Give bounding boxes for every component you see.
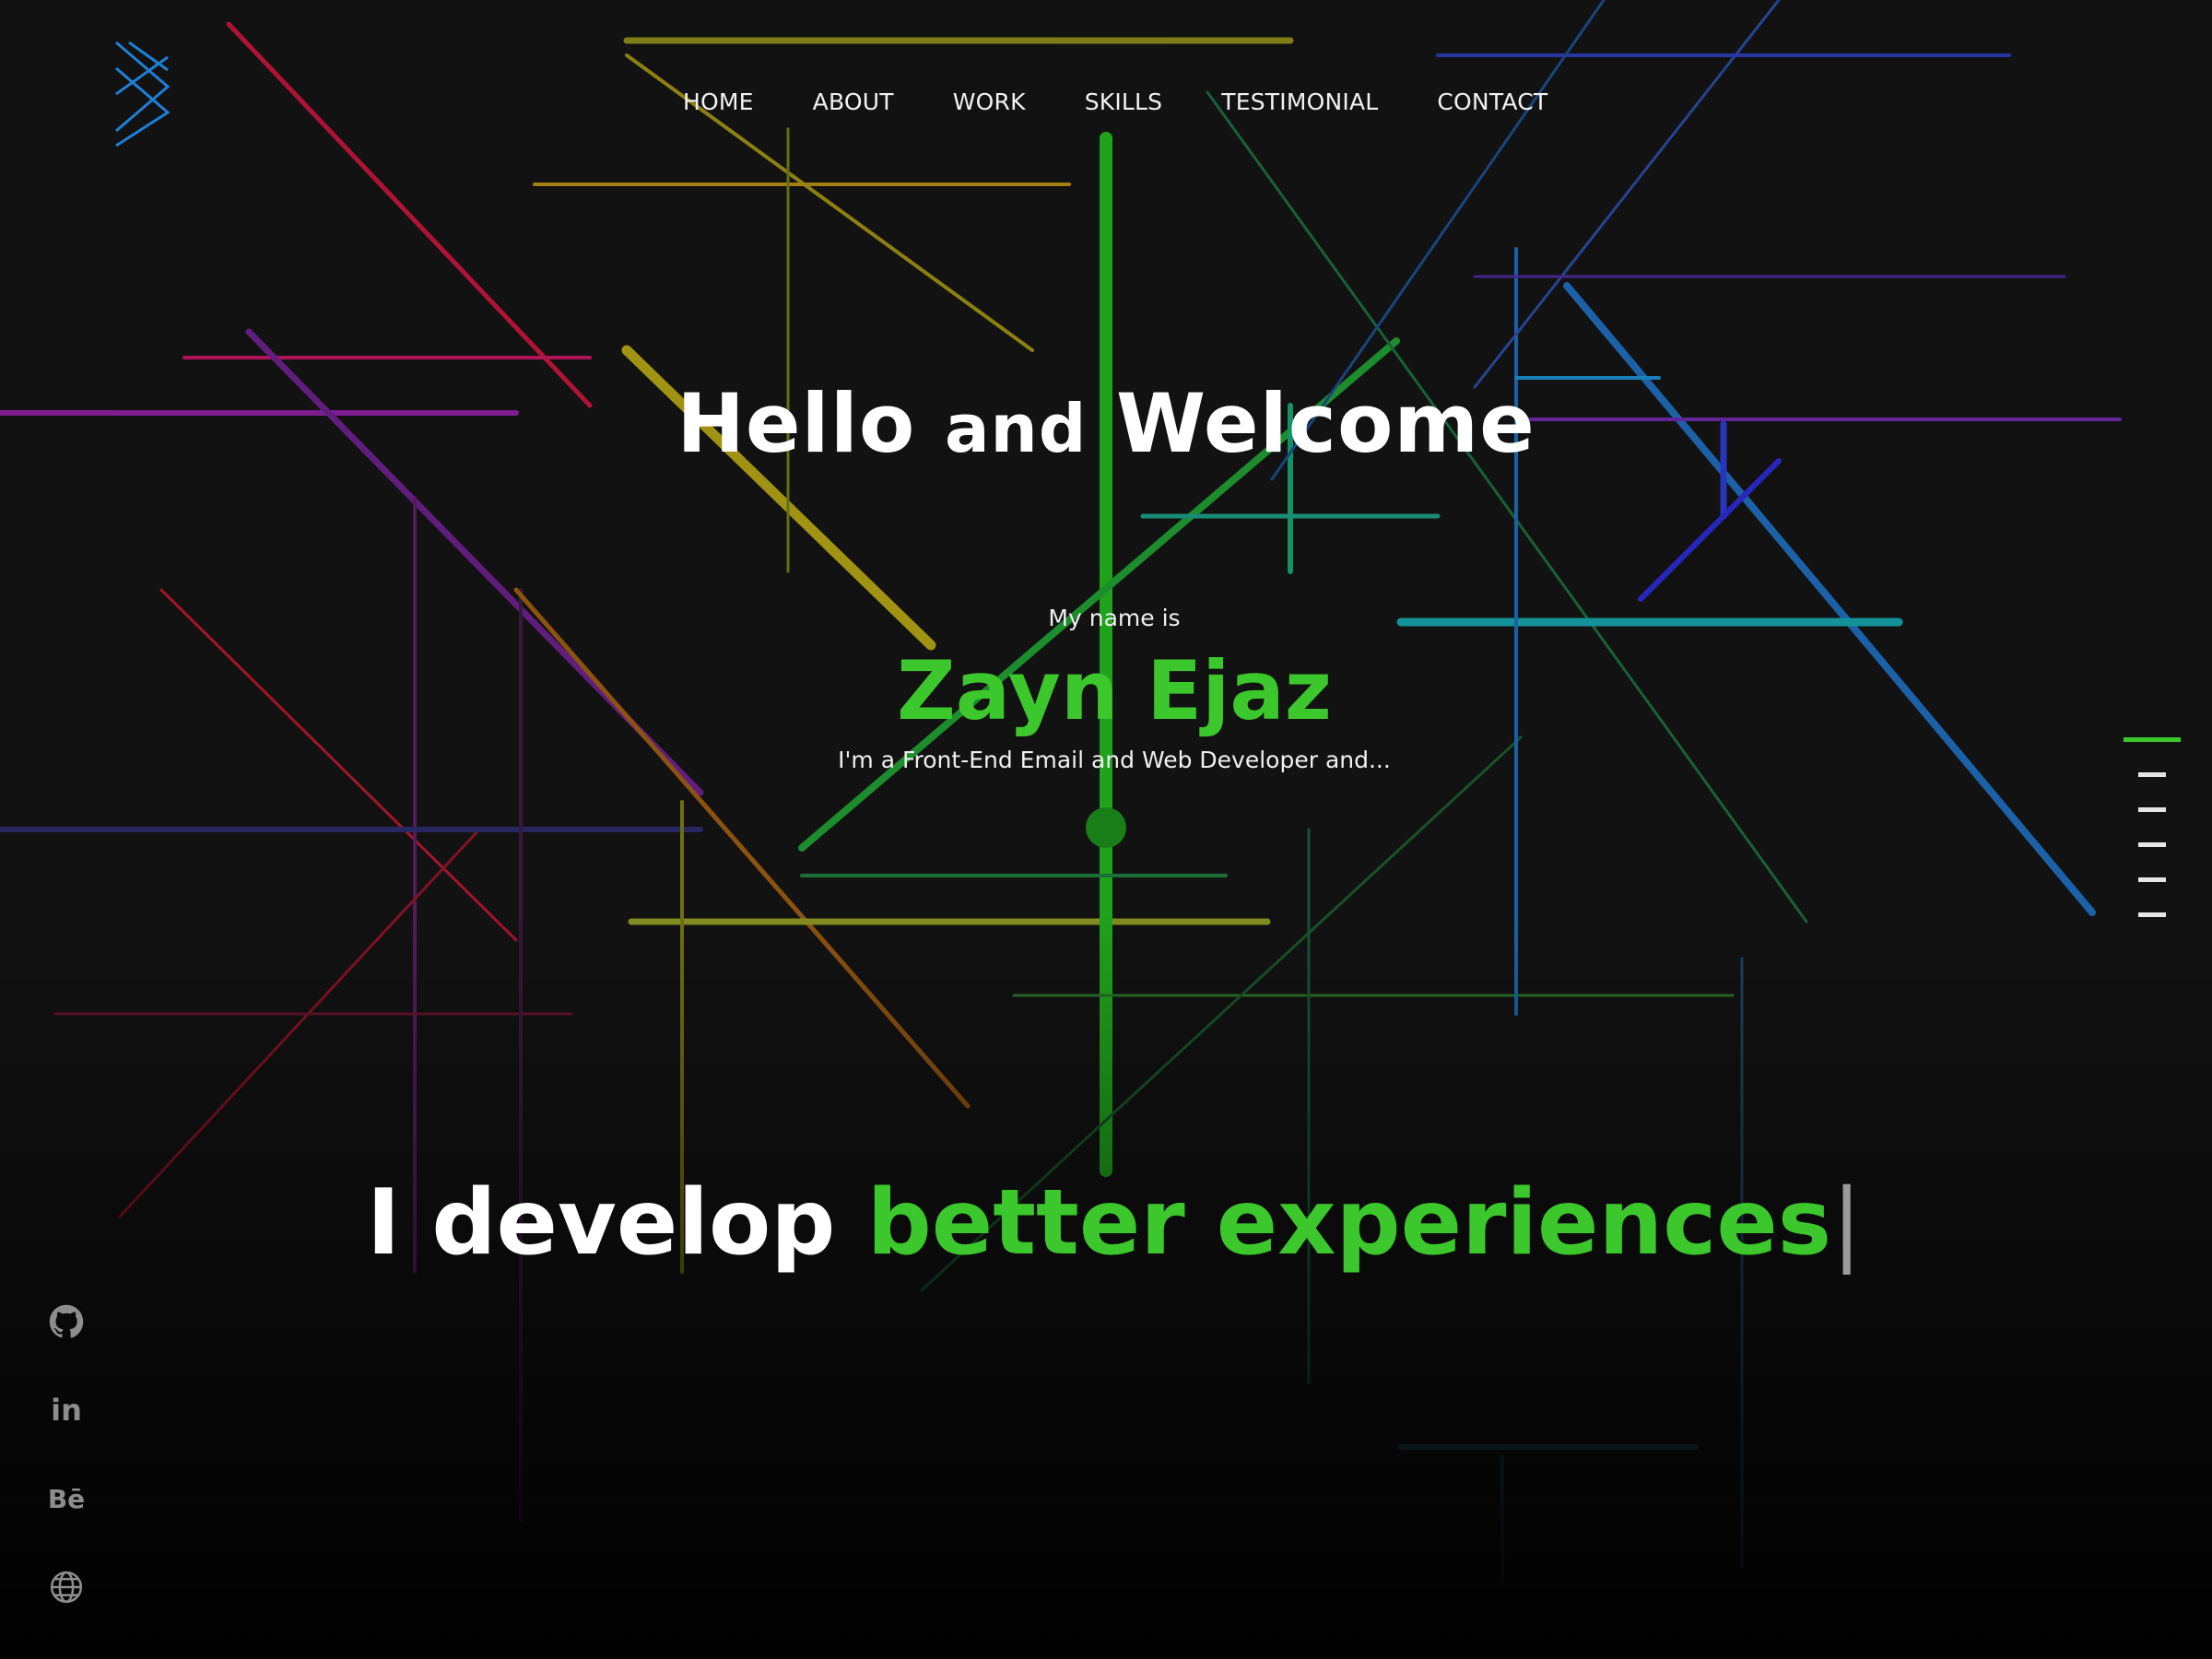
tagline-plain: I develop bbox=[366, 1171, 836, 1276]
linkedin-icon-text: in bbox=[51, 1393, 82, 1428]
hero-heading-hello: Hello bbox=[677, 376, 916, 471]
role-text: I'm a Front-End Email and Web Developer … bbox=[838, 747, 1391, 773]
globe-icon[interactable] bbox=[44, 1565, 88, 1609]
behance-icon-text: Bē bbox=[47, 1483, 86, 1514]
tagline: I develop better experiences| bbox=[0, 1171, 2212, 1276]
section-dot-1[interactable] bbox=[2124, 737, 2181, 742]
github-icon[interactable] bbox=[44, 1300, 88, 1344]
nav-skills[interactable]: SKILLS bbox=[1085, 88, 1163, 120]
nav-home[interactable]: HOME bbox=[683, 88, 754, 120]
developer-name: Zayn Ejaz bbox=[896, 643, 1332, 738]
linkedin-icon[interactable]: in bbox=[44, 1388, 88, 1432]
section-dot-2[interactable] bbox=[2138, 772, 2166, 777]
section-dot-4[interactable] bbox=[2138, 842, 2166, 847]
tagline-highlight: better experiences bbox=[866, 1171, 1832, 1276]
section-dot-3[interactable] bbox=[2138, 807, 2166, 812]
section-dot-6[interactable] bbox=[2138, 912, 2166, 917]
social-links: in Bē bbox=[44, 1300, 88, 1653]
main-nav: HOME ABOUT WORK SKILLS TESTIMONIAL CONTA… bbox=[683, 88, 1547, 120]
site-logo[interactable] bbox=[109, 39, 175, 149]
nav-work[interactable]: WORK bbox=[953, 88, 1026, 120]
hero-heading: Hello and Welcome bbox=[0, 376, 2212, 471]
nav-contact[interactable]: CONTACT bbox=[1437, 88, 1547, 120]
nav-about[interactable]: ABOUT bbox=[813, 88, 894, 120]
hero-heading-welcome: Welcome bbox=[1116, 376, 1535, 471]
background-line-art bbox=[0, 0, 2212, 1659]
hero-heading-and: and bbox=[944, 390, 1088, 467]
nav-testimonial[interactable]: TESTIMONIAL bbox=[1221, 88, 1378, 120]
intro-text: My name is bbox=[1048, 605, 1181, 631]
section-dots bbox=[2124, 737, 2181, 947]
typing-cursor: | bbox=[1831, 1171, 1863, 1276]
section-dot-5[interactable] bbox=[2138, 877, 2166, 882]
behance-icon[interactable]: Bē bbox=[44, 1477, 88, 1521]
